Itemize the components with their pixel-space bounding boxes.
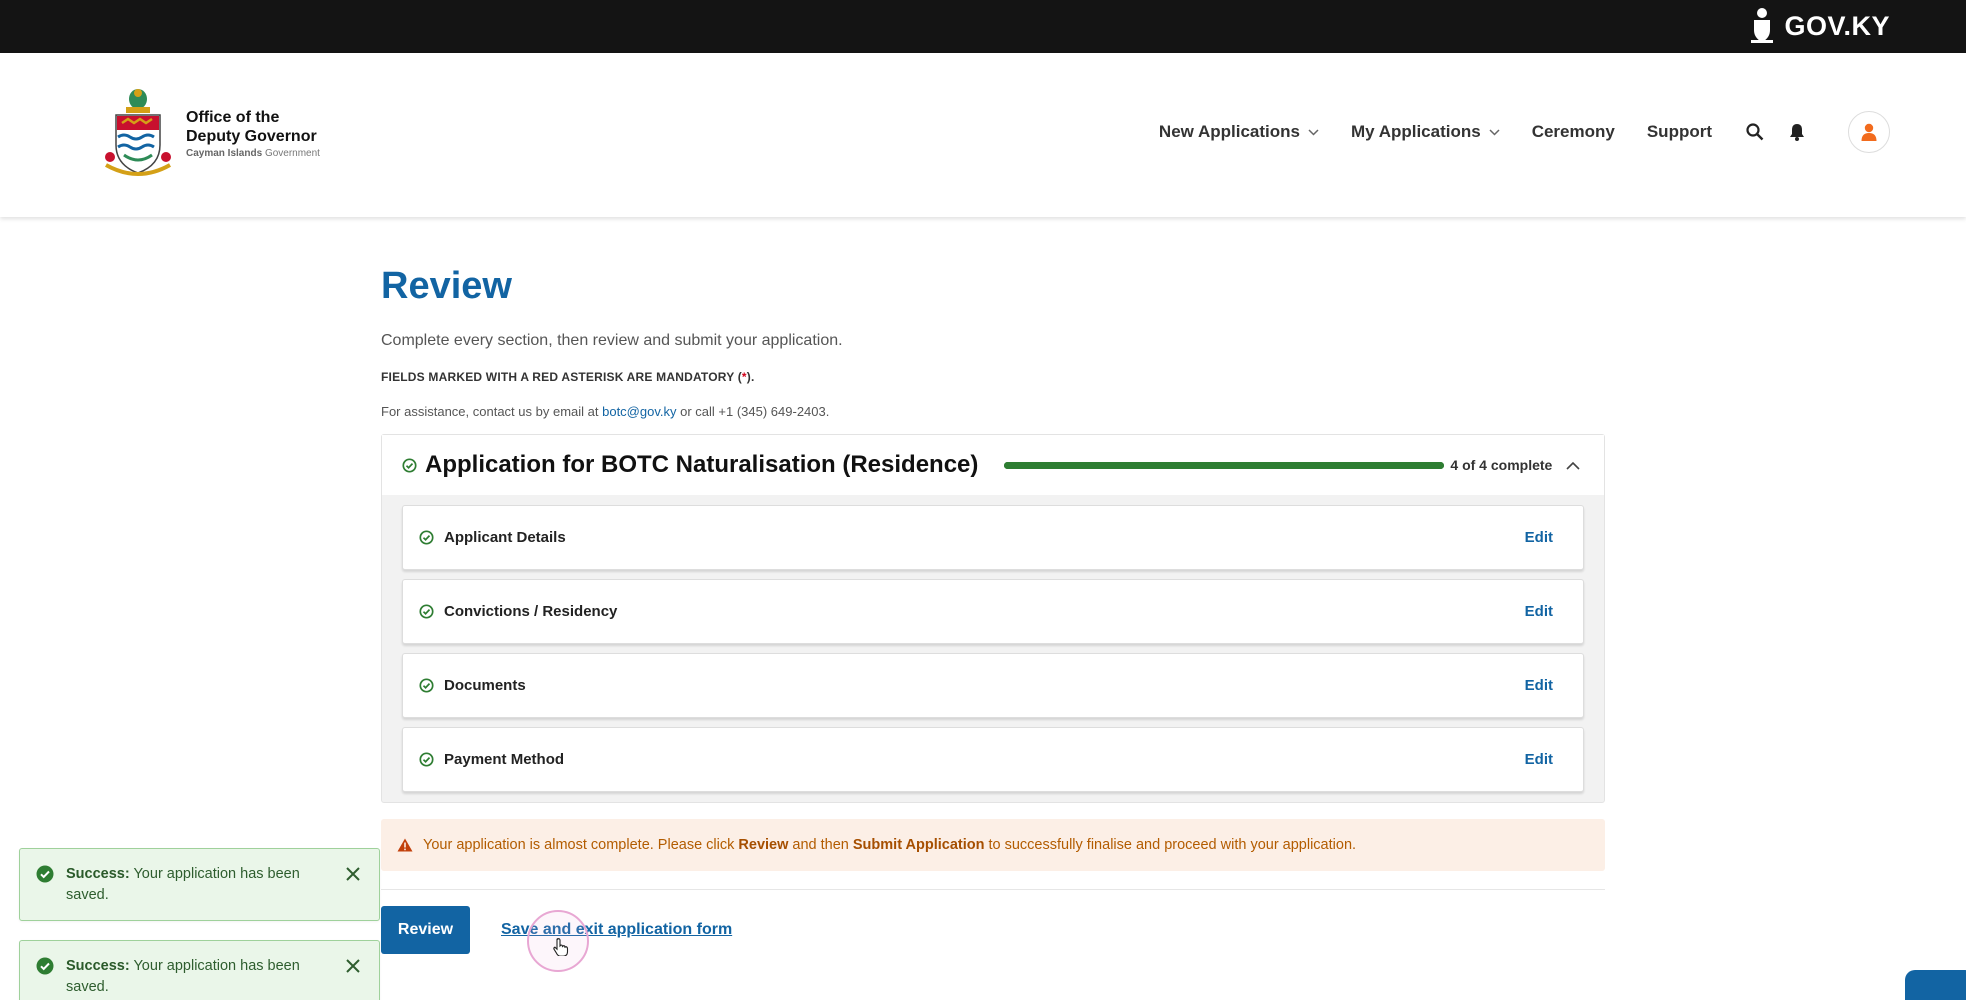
- main-nav: New Applications My Applications Ceremon…: [1159, 111, 1890, 153]
- collapse-button[interactable]: [1566, 457, 1580, 473]
- check-circle-icon: [419, 530, 434, 545]
- chevron-down-icon: [1489, 128, 1500, 136]
- notifications-button[interactable]: [1786, 121, 1808, 143]
- progress-bar: [1004, 461, 1445, 469]
- check-circle-icon: [419, 752, 434, 767]
- govky-text: GOV.KY: [1784, 10, 1890, 41]
- coat-of-arms-icon: [105, 89, 171, 176]
- chevron-down-icon: [1308, 128, 1319, 136]
- assistance-pre: For assistance, contact us by email at: [381, 404, 603, 419]
- mandatory-notice-end: ).: [746, 370, 755, 384]
- toast-label: Success:: [66, 866, 130, 882]
- toast-close-button[interactable]: [343, 864, 363, 884]
- section-list: Applicant Details Edit Convictions / Res…: [382, 495, 1604, 802]
- search-button[interactable]: [1744, 121, 1766, 143]
- close-icon: [346, 959, 360, 973]
- site-header: Office of the Deputy Governor Cayman Isl…: [0, 53, 1966, 217]
- review-button[interactable]: Review: [381, 906, 470, 954]
- crest-small-icon: [1751, 8, 1774, 43]
- search-icon: [1746, 123, 1764, 141]
- assistance-post: or call +1 (345) 649-2403.: [676, 404, 830, 419]
- warning-pre: Your application is almost complete. Ple…: [423, 837, 739, 853]
- check-circle-icon: [419, 604, 434, 619]
- main-content: Review Complete every section, then revi…: [381, 262, 1605, 954]
- org-name-line1: Office of the: [186, 108, 280, 126]
- gov-topbar: GOV.KY: [0, 0, 1966, 53]
- section-label: Documents: [444, 677, 526, 694]
- edit-documents-link[interactable]: Edit: [1525, 677, 1553, 694]
- warning-post: to successfully finalise and proceed wit…: [984, 837, 1357, 853]
- govky-logo[interactable]: GOV.KY: [1748, 4, 1890, 48]
- warning-mid: and then: [788, 837, 853, 853]
- section-label: Payment Method: [444, 751, 565, 768]
- org-subtitle-light: Government: [264, 147, 320, 159]
- org-brand[interactable]: Office of the Deputy Governor Cayman Isl…: [100, 85, 320, 181]
- chat-widget-button[interactable]: [1905, 970, 1966, 1000]
- application-panel-header[interactable]: Application for BOTC Naturalisation (Res…: [382, 435, 1604, 495]
- toast-label: Success:: [66, 958, 130, 974]
- section-payment-method: Payment Method Edit: [402, 727, 1584, 792]
- progress-label: 4 of 4 complete: [1450, 457, 1553, 473]
- section-convictions-residency: Convictions / Residency Edit: [402, 579, 1584, 644]
- warning-icon: [397, 838, 413, 852]
- application-panel: Application for BOTC Naturalisation (Res…: [381, 434, 1605, 803]
- nav-my-applications[interactable]: My Applications: [1351, 122, 1500, 142]
- page-title: Review: [381, 265, 512, 307]
- application-title: Application for BOTC Naturalisation (Res…: [425, 451, 979, 478]
- org-subtitle-bold: Cayman Islands: [186, 147, 263, 159]
- check-circle-icon: [402, 457, 417, 473]
- edit-payment-method-link[interactable]: Edit: [1525, 751, 1553, 768]
- org-name-line2: Deputy Governor: [186, 127, 317, 145]
- mandatory-notice: FIELDS MARKED WITH A RED ASTERISK ARE MA…: [381, 370, 1605, 384]
- nav-new-applications-label: New Applications: [1158, 122, 1300, 141]
- intro-text: Complete every section, then review and …: [381, 332, 843, 349]
- user-icon: [1861, 123, 1877, 141]
- toast-message: Success: Your application has been saved…: [66, 956, 335, 998]
- completion-warning: Your application is almost complete. Ple…: [381, 819, 1605, 871]
- warning-review-bold: Review: [738, 837, 789, 853]
- toast-close-button[interactable]: [343, 956, 363, 976]
- section-applicant-details: Applicant Details Edit: [402, 505, 1584, 570]
- chevron-up-icon: [1566, 461, 1580, 470]
- divider: [381, 889, 1605, 890]
- nav-new-applications[interactable]: New Applications: [1159, 122, 1319, 142]
- assistance-text: For assistance, contact us by email at b…: [381, 404, 1605, 419]
- user-menu-button[interactable]: [1848, 111, 1890, 153]
- org-name: Office of the Deputy Governor Cayman Isl…: [186, 108, 320, 159]
- section-label: Applicant Details: [444, 529, 566, 546]
- check-circle-icon: [419, 678, 434, 693]
- warning-text: Your application is almost complete. Ple…: [423, 837, 1356, 853]
- success-toast: Success: Your application has been saved…: [19, 940, 380, 1000]
- nav-my-applications-label: My Applications: [1350, 122, 1481, 141]
- success-toast: Success: Your application has been saved…: [19, 848, 380, 921]
- check-circle-filled-icon: [36, 865, 54, 883]
- mandatory-notice-text: FIELDS MARKED WITH A RED ASTERISK ARE MA…: [381, 370, 742, 384]
- section-label: Convictions / Residency: [444, 603, 618, 620]
- edit-applicant-details-link[interactable]: Edit: [1525, 529, 1553, 546]
- org-subtitle: Cayman Islands Government: [186, 148, 320, 159]
- close-icon: [346, 867, 360, 881]
- toast-message: Success: Your application has been saved…: [66, 864, 335, 906]
- warning-submit-bold: Submit Application: [852, 837, 985, 853]
- support-email-link[interactable]: botc@gov.ky: [602, 404, 676, 419]
- nav-ceremony-label: Ceremony: [1531, 122, 1615, 141]
- nav-support-label: Support: [1646, 122, 1712, 141]
- progress-bar-fill: [1004, 461, 1445, 469]
- nav-ceremony[interactable]: Ceremony: [1532, 122, 1615, 142]
- section-documents: Documents Edit: [402, 653, 1584, 718]
- check-circle-filled-icon: [36, 957, 54, 975]
- edit-convictions-residency-link[interactable]: Edit: [1525, 603, 1553, 620]
- bell-icon: [1790, 124, 1804, 141]
- nav-support[interactable]: Support: [1647, 122, 1712, 142]
- hand-cursor-icon: [553, 938, 569, 956]
